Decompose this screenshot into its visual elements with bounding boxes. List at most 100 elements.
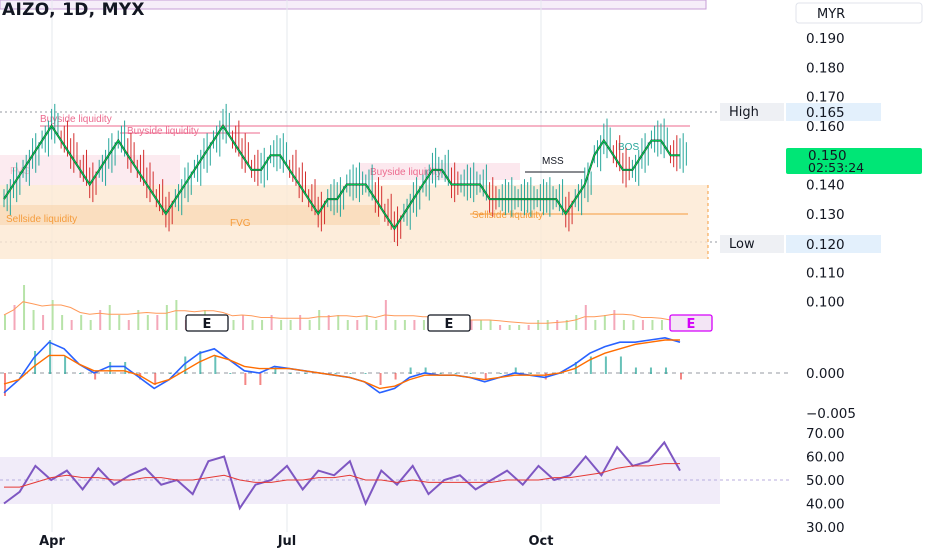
countdown: 02:53:24 — [808, 160, 864, 175]
volume-bar — [108, 305, 111, 330]
volume-bar — [23, 285, 26, 330]
volume-bar — [280, 320, 283, 330]
volume-bar — [622, 320, 625, 330]
volume-bar — [175, 300, 178, 330]
volume-bar — [70, 320, 73, 330]
volume-bar — [422, 320, 425, 330]
buyside-label-2: Buyside liquidity — [127, 126, 199, 137]
bos-label: BOS — [618, 142, 639, 153]
rsi-tick-label: 50.00 — [806, 473, 845, 489]
macd-histogram-bar — [364, 373, 367, 374]
macd-histogram-bar — [169, 373, 172, 374]
macd-histogram-bar — [259, 373, 262, 385]
chart-canvas[interactable]: Buyside liquidity Buyside liquidity Buys… — [0, 0, 932, 550]
price-tick-label: 0.100 — [806, 295, 845, 311]
earnings-label: E — [445, 317, 454, 332]
macd-histogram-bar — [409, 367, 412, 374]
macd-histogram-bar — [649, 367, 652, 374]
volume-bar — [632, 320, 635, 330]
price-tick-label: 0.140 — [806, 178, 845, 194]
volume-bar — [156, 315, 159, 330]
macd-histogram-bar — [619, 356, 622, 374]
volume-bar — [584, 305, 587, 330]
volume-bar — [527, 325, 530, 330]
volume-bar — [641, 320, 644, 330]
volume-bar — [318, 310, 321, 330]
macd-histogram-bar — [289, 373, 292, 374]
volume-bar — [546, 320, 549, 330]
macd-histogram-bar — [484, 373, 487, 380]
high-tag-label: High — [729, 105, 759, 120]
volume-bar — [308, 320, 311, 330]
chart-title: AIZO, 1D, MYX — [2, 0, 145, 20]
rsi-tick-label: 30.00 — [806, 520, 845, 536]
volume-bar — [299, 315, 302, 330]
volume-bar — [118, 315, 121, 330]
volume-bar — [327, 315, 330, 330]
macd-tick-label: −0.005 — [806, 406, 856, 422]
price-tick-label: 0.110 — [806, 265, 845, 281]
macd-histogram-bar — [109, 362, 112, 374]
low-tag-label: Low — [729, 237, 755, 252]
macd-histogram-bar — [454, 373, 457, 374]
currency-box[interactable] — [795, 2, 923, 24]
volume-bar — [480, 320, 483, 330]
time-axis[interactable]: Apr Jul Oct — [39, 534, 553, 549]
volume-bar — [251, 320, 254, 330]
macd-histogram-bar — [214, 356, 217, 374]
volume-bar — [337, 315, 340, 330]
mss-label: MSS — [542, 156, 564, 167]
volume-bar — [518, 325, 521, 330]
macd-histogram-bar — [379, 373, 382, 385]
macd-histogram-bar — [394, 373, 397, 380]
volume-bar — [594, 320, 597, 330]
volume-bars — [4, 285, 682, 330]
volume-bar — [651, 320, 654, 330]
macd-histogram-bar — [94, 373, 97, 380]
rsi-tick-label: 60.00 — [806, 450, 845, 466]
macd-tick-label: 0.000 — [806, 366, 845, 382]
macd-histogram-bar — [334, 373, 337, 374]
volume-bar — [42, 315, 45, 330]
volume-bar — [499, 325, 502, 330]
fvg-label-2: FVG — [230, 218, 251, 229]
price-tick-label: 0.160 — [806, 119, 845, 135]
rsi-tick-label: 40.00 — [806, 497, 845, 513]
macd-histogram-bar — [64, 356, 67, 374]
volume-bar — [660, 320, 663, 330]
volume-bar — [61, 315, 64, 330]
macd-histogram-bar — [49, 340, 52, 374]
macd-signal-line — [3, 339, 680, 390]
volume-bar — [261, 320, 264, 330]
price-tick-label: 0.130 — [806, 207, 845, 223]
time-gridlines — [51, 0, 542, 532]
macd-histogram-bar — [229, 373, 232, 374]
macd-histogram-bar — [529, 373, 532, 374]
earnings-label: E — [687, 317, 696, 332]
volume-bar — [470, 320, 473, 330]
volume-bar — [603, 315, 606, 330]
volume-bar — [413, 320, 416, 330]
volume-bar — [489, 320, 492, 330]
macd-histogram-bar — [304, 373, 307, 374]
volume-bar — [613, 310, 616, 330]
volume-bar — [556, 320, 559, 330]
sellside-label-1: Sellside liquidity — [6, 214, 77, 225]
high-value: 0.165 — [806, 105, 845, 121]
macd-histogram-bar — [439, 373, 442, 374]
time-tick-label: Apr — [39, 534, 65, 549]
volume-ma-line — [3, 301, 680, 324]
volume-bar — [32, 310, 35, 330]
volume-bar — [394, 320, 397, 330]
volume-bar — [242, 315, 245, 330]
volume-bar — [346, 320, 349, 330]
time-tick-label: Jul — [277, 534, 297, 549]
volume-bar — [575, 315, 578, 330]
macd-histogram-bar — [634, 367, 637, 374]
price-tick-label: 0.180 — [806, 60, 845, 76]
earnings-label: E — [203, 317, 212, 332]
volume-bar — [356, 320, 359, 330]
macd-histogram-bar — [79, 373, 82, 374]
time-tick-label: Oct — [529, 534, 554, 549]
macd-histogram-bar — [604, 356, 607, 374]
